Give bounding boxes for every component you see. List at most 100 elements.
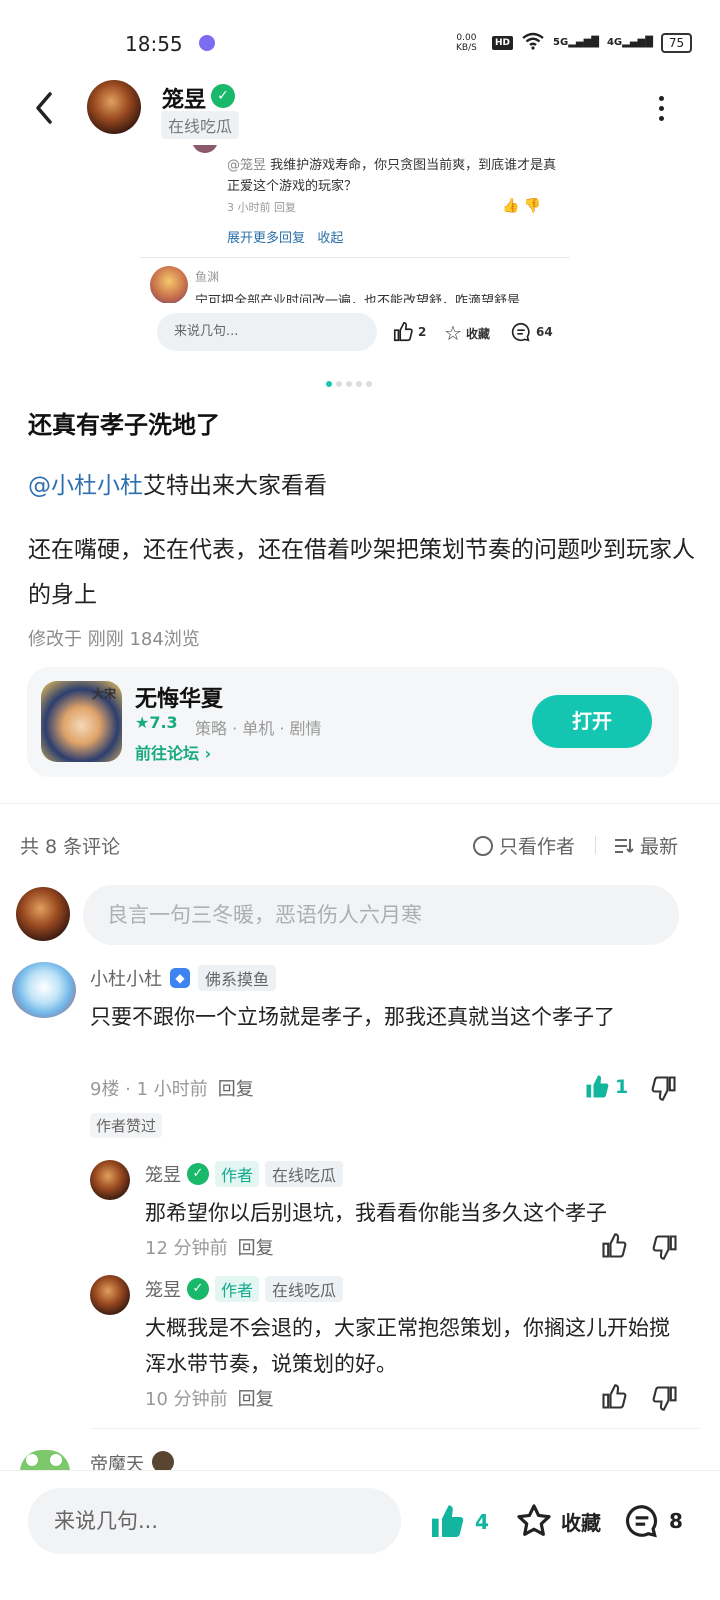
reply-avatar[interactable] xyxy=(90,1275,130,1315)
open-game-button[interactable]: 打开 xyxy=(532,695,652,748)
game-rating: ★7.3 xyxy=(135,713,178,732)
preview-comment: @笼昱 我维护游戏寿命，你只贪图当前爽，到底谁才是真正爱这个游戏的玩家？ xyxy=(227,155,557,197)
preview-fav-stat: ☆ 收藏 xyxy=(444,321,490,345)
comment-bubble-icon xyxy=(626,1505,658,1538)
image-preview[interactable]: @笼昱 我维护游戏寿命，你只贪图当前爽，到底谁才是真正爱这个游戏的玩家？ 3 小… xyxy=(140,145,570,303)
reply-name[interactable]: 笼昱 xyxy=(145,1161,181,1187)
chevron-right-icon: › xyxy=(204,744,212,763)
preview-divider xyxy=(140,257,570,258)
reply-meta: 10 分钟前 回复 xyxy=(145,1385,274,1411)
preview-avatar-top xyxy=(192,145,218,153)
signal-4g-icon: 4G▂▄▆█ xyxy=(606,37,653,48)
forum-link[interactable]: 前往论坛 › xyxy=(135,740,211,764)
comment-count: 共 8 条评论 xyxy=(20,836,121,858)
net-speed-value: 0.00 xyxy=(456,33,477,43)
favorite-button[interactable]: 收藏 xyxy=(515,1502,601,1540)
author-liked-tag: 作者赞过 xyxy=(90,1113,163,1138)
hd-icon: HD xyxy=(492,35,514,50)
sort-label: 最新 xyxy=(640,836,679,858)
reply-time: 10 分钟前 xyxy=(145,1389,228,1410)
post-body: 还在嘴硬，还在代表，还在借着吵架把策划节奏的问题吵到玩家人的身上 xyxy=(28,537,695,608)
reply-tag: 在线吃瓜 xyxy=(265,1276,344,1302)
sort-toggle[interactable]: 最新 xyxy=(614,832,678,859)
favorite-label: 收藏 xyxy=(561,1510,601,1535)
author-label: 作者 xyxy=(215,1161,260,1187)
comment-input[interactable]: 良言一句三冬暖，恶语伤人六月寒 xyxy=(83,885,679,945)
preview-like-stat: 2 xyxy=(392,321,426,343)
commenter-name[interactable]: 小杜小杜 xyxy=(90,965,162,991)
carousel-dot xyxy=(336,381,342,387)
comments-button[interactable]: 8 xyxy=(623,1502,683,1540)
battery-icon: 75 xyxy=(660,32,693,53)
post-title: 还真有孝子洗地了 xyxy=(28,411,220,439)
only-author-label: 只看作者 xyxy=(499,836,576,858)
reply-tag: 在线吃瓜 xyxy=(265,1161,344,1187)
notification-app-icon xyxy=(199,35,215,51)
comment-text: 只要不跟你一个立场就是孝子，那我还真就当这个孝子了 xyxy=(90,1005,615,1029)
reply-text: 那希望你以后别退坑，我看看你能当多久这个孝子 xyxy=(145,1201,607,1225)
comment-meta: 9楼 · 1 小时前 回复 xyxy=(90,1075,254,1101)
mention-suffix: 艾特出来大家看看 xyxy=(143,473,327,499)
preview-expand-links: 展开更多回复 收起 xyxy=(227,227,343,246)
commenter-avatar[interactable] xyxy=(20,1450,70,1472)
commenter-avatar[interactable] xyxy=(12,962,76,1018)
thumbs-down-icon[interactable] xyxy=(650,1074,678,1106)
preview-comment-text: 我维护游戏寿命，你只贪图当前爽，到底谁才是真正爱这个游戏的玩家？ xyxy=(227,158,557,194)
signal-4g-label: 4G xyxy=(606,37,623,48)
signal-5g-icon: 5G▂▄▆█ xyxy=(553,37,599,48)
reply-divider xyxy=(90,1428,700,1429)
game-card[interactable]: 大宋 无悔华夏 ★7.3 策略 · 单机 · 剧情 前往论坛 › 打开 xyxy=(27,667,679,777)
comment-time: 9楼 · 1 小时前 xyxy=(90,1079,208,1100)
more-options-icon[interactable] xyxy=(656,96,666,122)
net-speed-unit: KB/S xyxy=(456,43,477,53)
author-label: 作者 xyxy=(215,1276,260,1302)
carousel-dot xyxy=(356,381,362,387)
carousel-indicator xyxy=(326,381,372,387)
only-author-toggle[interactable]: 只看作者 xyxy=(473,832,575,859)
comment-like-count: 1 xyxy=(615,1076,629,1098)
reply-text: 大概我是不会退的，大家正常抱怨策划，你搁这儿开始搅浑水带节奏，说策划的好。 xyxy=(145,1316,670,1376)
signal-5g-label: 5G xyxy=(553,37,569,48)
bottom-action-bar: 来说几句... 4 收藏 8 xyxy=(0,1470,720,1600)
reply-button[interactable]: 回复 xyxy=(238,1238,274,1259)
reply-button[interactable]: 回复 xyxy=(238,1389,274,1410)
game-rating-value: 7.3 xyxy=(149,713,178,732)
reply-button[interactable]: 回复 xyxy=(218,1079,254,1100)
preview-second-text: 宁可把全部产业时间改一遍，也不能改望舒，咋滴望舒是 xyxy=(195,294,521,303)
author-avatar[interactable] xyxy=(87,80,141,134)
preview-second-avatar xyxy=(150,266,188,303)
game-icon: 大宋 xyxy=(41,681,122,762)
reply-meta: 12 分钟前 回复 xyxy=(145,1234,274,1260)
sort-icon xyxy=(615,838,634,853)
reply-avatar[interactable] xyxy=(90,1160,130,1200)
thumbs-up-filled-icon xyxy=(432,1505,464,1537)
thumbs-up-icon[interactable] xyxy=(600,1383,628,1415)
like-button[interactable]: 4 xyxy=(427,1502,489,1542)
author-title-tag: 在线吃瓜 xyxy=(161,111,240,139)
user-mention-link[interactable]: @小杜小杜 xyxy=(28,473,143,499)
game-tags: 策略 · 单机 · 剧情 xyxy=(195,719,322,738)
thumbs-down-icon[interactable] xyxy=(651,1233,679,1265)
commenter-tag: 佛系摸鱼 xyxy=(198,965,277,991)
thumbs-up-icon[interactable] xyxy=(600,1232,628,1264)
status-indicators: HD 5G▂▄▆█ 4G▂▄▆█ 75 xyxy=(492,32,693,53)
preview-second-name: 鱼渊 xyxy=(195,270,220,284)
reply-header: 笼昱 ✓ 作者 在线吃瓜 xyxy=(145,1161,344,1187)
thumbs-down-icon[interactable] xyxy=(651,1384,679,1416)
preview-expand-more: 展开更多回复 xyxy=(227,231,306,246)
reply-name[interactable]: 笼昱 xyxy=(145,1276,181,1302)
preview-mention: @笼昱 xyxy=(227,158,267,173)
bottom-comment-input[interactable]: 来说几句... xyxy=(28,1488,401,1554)
star-icon: ★ xyxy=(135,713,150,732)
comment-like[interactable]: 1 xyxy=(583,1073,628,1101)
back-arrow-icon[interactable] xyxy=(30,86,60,130)
comment-header: 小杜小杜 ◆ 佛系摸鱼 xyxy=(90,965,277,991)
preview-thumb-icon xyxy=(393,322,413,342)
preview-input: 来说几句... xyxy=(157,313,377,351)
preview-bottom-bar: 来说几句... 2 ☆ 收藏 64 xyxy=(157,313,577,353)
preview-comment-count: 64 xyxy=(536,325,553,339)
verified-badge-icon: ✓ xyxy=(187,1278,209,1300)
preview-like-dislike-icons: 👍 👎 xyxy=(502,198,542,214)
author-name[interactable]: 笼昱 xyxy=(162,82,206,114)
header-divider xyxy=(595,836,596,854)
